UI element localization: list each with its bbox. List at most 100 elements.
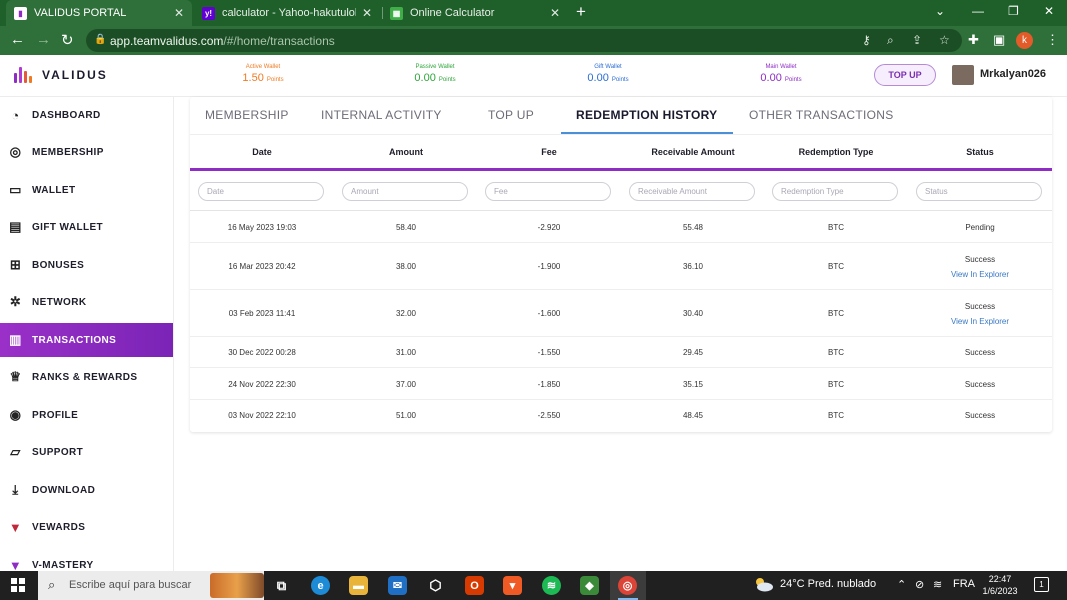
avatar[interactable] (952, 65, 974, 85)
column-header-redemption-type[interactable]: Redemption Type (766, 147, 906, 157)
star-bookmark-icon[interactable]: ☆ (939, 33, 950, 47)
column-header-amount[interactable]: Amount (336, 147, 476, 157)
cell-receivable: 55.48 (682, 223, 704, 232)
sidebar-item-label: V-MASTERY (32, 559, 94, 571)
fee-filter-input[interactable] (485, 182, 611, 201)
column-header-status[interactable]: Status (910, 147, 1050, 157)
receivable-amount-filter-input[interactable] (629, 182, 755, 201)
tab-top-up[interactable]: TOP UP (488, 108, 534, 122)
cell-amount: 38.00 (395, 262, 417, 271)
new-tab-icon[interactable]: + (576, 2, 586, 22)
table-row: 24 Nov 2022 22:30 37.00 -1.850 35.15 BTC… (190, 368, 1052, 400)
brave-icon[interactable]: ▾ (503, 576, 522, 595)
active-wallet[interactable]: Active Wallet 1.50 Points (230, 64, 296, 84)
weather-text[interactable]: 24°C Pred. nublado (780, 578, 876, 590)
validus-logo[interactable]: VALIDUS (14, 65, 108, 85)
network-status-icon[interactable]: ⊘ (915, 578, 924, 591)
wallet-label: Gift Wallet (594, 64, 622, 70)
sidebar-item-download[interactable]: ⤓ DOWNLOAD (0, 473, 173, 507)
wallet-value: 0.00 Points (587, 72, 629, 84)
top-up-button[interactable]: TOP UP (874, 64, 936, 86)
tab-internal-activity[interactable]: INTERNAL ACTIVITY (321, 108, 442, 122)
forward-arrow-icon[interactable]: → (36, 31, 51, 48)
sidebar-item-dashboard[interactable]: ◔ DASHBOARD (0, 98, 173, 132)
unity-icon[interactable]: ⬡ (426, 576, 445, 595)
wifi-icon[interactable]: ≋ (933, 578, 942, 591)
sidebar-item-ranks-rewards[interactable]: ♕ RANKS & REWARDS (0, 360, 173, 394)
chevron-up-icon[interactable]: ⌃ (897, 578, 906, 591)
cell-redemption-type: BTC (828, 380, 844, 389)
close-tab-icon[interactable]: ✕ (550, 6, 560, 20)
sidebar-item-gift-wallet[interactable]: ▤ GIFT WALLET (0, 210, 173, 244)
menu-kebab-icon[interactable]: ⋮ (1046, 32, 1059, 48)
table-row: 03 Feb 2023 11:41 32.00 -1.600 30.40 BTC… (190, 290, 1052, 337)
date-filter-input[interactable] (198, 182, 324, 201)
passive-wallet[interactable]: Passive Wallet 0.00 Points (402, 64, 468, 84)
column-header-receivable-amount[interactable]: Receivable Amount (623, 147, 763, 157)
sidebar-item-profile[interactable]: ◉ PROFILE (0, 398, 173, 432)
url-field[interactable]: 🔒 app.teamvalidus.com/#/home/transaction… (86, 29, 962, 52)
zoom-icon[interactable]: ⌕ (887, 33, 894, 48)
tab-membership[interactable]: MEMBERSHIP (205, 108, 289, 122)
sidebar-item-support[interactable]: ▱ SUPPORT (0, 435, 173, 469)
download-icon: ⤓ (12, 482, 19, 497)
status-filter-input[interactable] (916, 182, 1042, 201)
shield-app-icon[interactable]: ◆ (580, 576, 599, 595)
table-row: 16 Mar 2023 20:42 38.00 -1.900 36.10 BTC… (190, 243, 1052, 290)
windows-start-icon[interactable] (11, 578, 25, 592)
tab-other-transactions[interactable]: OTHER TRANSACTIONS (749, 108, 894, 122)
browser-tab-validus[interactable]: ▮ VALIDUS PORTAL ✕ (6, 0, 192, 26)
close-tab-icon[interactable]: ✕ (174, 6, 184, 20)
mail-icon[interactable]: ✉ (388, 576, 407, 595)
taskbar-search[interactable]: ⌕ Escribe aquí para buscar (38, 571, 264, 600)
sidebar-item-v-mastery[interactable]: ▼ V-MASTERY (0, 548, 173, 572)
sidebar-item-bonuses[interactable]: ⊞ BONUSES (0, 248, 173, 282)
edge-icon[interactable]: e (311, 576, 330, 595)
sidebar-item-transactions[interactable]: ▥ TRANSACTIONS (0, 323, 173, 357)
trophy-icon: ♕ (9, 369, 22, 384)
restore-icon[interactable]: ❐ (1008, 4, 1019, 18)
cell-receivable: 29.45 (682, 348, 704, 357)
close-window-icon[interactable]: ✕ (1044, 4, 1054, 18)
share-icon[interactable]: ⇪ (912, 33, 922, 47)
cell-fee: -2.920 (537, 223, 561, 232)
language-indicator[interactable]: FRA (953, 578, 975, 590)
file-explorer-icon[interactable]: ▬ (349, 576, 368, 595)
taskbar-clock[interactable]: 22:47 1/6/2023 (980, 573, 1020, 597)
vmastery-icon: ▼ (8, 557, 23, 572)
sidebar-item-vewards[interactable]: ▼ VEWARDS (0, 510, 173, 544)
chrome-icon[interactable]: ◎ (618, 576, 637, 595)
gift-card-icon: ▤ (9, 219, 22, 234)
view-in-explorer-link[interactable]: View In Explorer (910, 270, 1050, 279)
yahoo-favicon-icon: y! (202, 6, 215, 20)
amount-filter-input[interactable] (342, 182, 468, 201)
sidebar-item-network[interactable]: ✲ NETWORK (0, 285, 173, 319)
column-header-fee[interactable]: Fee (479, 147, 619, 157)
sidebar-item-wallet[interactable]: ▭ WALLET (0, 173, 173, 207)
chevron-down-icon[interactable]: ⌄ (935, 4, 945, 18)
status-text: Success (964, 255, 996, 264)
spotify-icon[interactable]: ≋ (542, 576, 561, 595)
main-wallet[interactable]: Main Wallet 0.00 Points (748, 64, 814, 84)
column-header-date[interactable]: Date (192, 147, 332, 157)
browser-tab-calculator[interactable]: ▦ Online Calculator ✕ (382, 0, 568, 26)
back-arrow-icon[interactable]: ← (10, 31, 25, 48)
key-icon[interactable]: ⚷ (862, 33, 871, 47)
side-panel-icon[interactable]: ▣ (993, 32, 1005, 48)
close-tab-icon[interactable]: ✕ (362, 6, 372, 20)
sidebar-item-label: TRANSACTIONS (32, 334, 117, 346)
tab-redemption-history[interactable]: REDEMPTION HISTORY (576, 108, 717, 122)
extensions-icon[interactable]: ✚ (968, 32, 979, 48)
task-view-icon[interactable]: ⧉ (272, 576, 291, 595)
gift-wallet[interactable]: Gift Wallet 0.00 Points (575, 64, 641, 84)
view-in-explorer-link[interactable]: View In Explorer (910, 317, 1050, 326)
browser-tab-yahoo[interactable]: y! calculator - Yahoo-hakutulokset ✕ (194, 0, 380, 26)
username[interactable]: Mrkalyan026 (980, 68, 1046, 80)
office-icon[interactable]: O (465, 576, 484, 595)
browser-profile-avatar[interactable]: k (1016, 32, 1033, 49)
redemption-type-filter-input[interactable] (772, 182, 898, 201)
sidebar-item-membership[interactable]: ◎ MEMBERSHIP (0, 135, 173, 169)
notification-icon[interactable]: 1 (1034, 577, 1049, 592)
reload-icon[interactable]: ↻ (61, 31, 74, 49)
minimize-icon[interactable]: — (972, 4, 984, 18)
